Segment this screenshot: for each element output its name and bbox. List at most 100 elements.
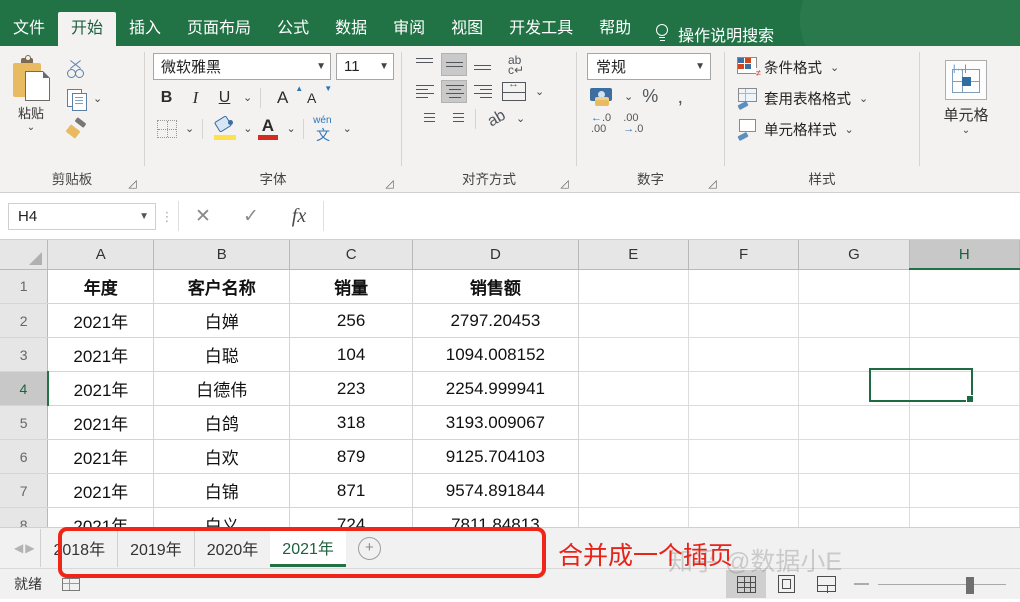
cell-h1[interactable] — [909, 269, 1020, 304]
row-header-5[interactable]: 5 — [0, 405, 49, 440]
cell-e7[interactable] — [578, 473, 689, 508]
column-header-b[interactable]: B — [153, 240, 291, 270]
sheet-tab-2019[interactable]: 2019年 — [117, 529, 194, 567]
decrease-indent-button[interactable] — [412, 107, 438, 130]
align-center-button[interactable] — [441, 80, 467, 103]
font-color-button[interactable]: A — [254, 115, 281, 142]
cell-a1[interactable]: 年度 — [47, 269, 155, 304]
conditional-formatting-button[interactable]: ≠ 条件格式 ⌄ — [737, 53, 839, 81]
comma-style-button[interactable]: , — [667, 85, 693, 108]
cell-e8[interactable] — [578, 507, 689, 527]
font-size-select[interactable]: 11 ▼ — [336, 53, 394, 80]
orientation-button[interactable]: ab — [484, 106, 510, 130]
ribbon-tab-insert[interactable]: 插入 — [116, 12, 174, 46]
cell-c5[interactable]: 318 — [289, 405, 414, 440]
cell-g3[interactable] — [798, 337, 910, 372]
format-as-table-button[interactable]: 套用表格格式 ⌄ — [737, 84, 868, 112]
accounting-format-button[interactable] — [587, 85, 617, 108]
chevron-down-icon[interactable]: ⌄ — [240, 122, 252, 135]
cell-g5[interactable] — [798, 405, 910, 440]
cell-h8[interactable] — [909, 507, 1020, 527]
cut-button[interactable] — [62, 55, 102, 82]
increase-decimal-button[interactable]: ←.0.00 — [591, 113, 611, 135]
cell-a2[interactable]: 2021年 — [47, 303, 155, 338]
chevron-down-icon[interactable]: ⌄ — [532, 85, 544, 98]
sheet-tab-2020[interactable]: 2020年 — [193, 529, 271, 567]
cell-f4[interactable] — [688, 371, 800, 406]
chevron-down-icon[interactable]: ⌄ — [340, 122, 352, 135]
cell-e4[interactable] — [578, 371, 689, 406]
row-header-4[interactable]: 4 — [0, 371, 49, 406]
row-header-1[interactable]: 1 — [0, 269, 49, 304]
cell-f7[interactable] — [688, 473, 800, 508]
chevron-down-icon[interactable]: ⌄ — [27, 123, 35, 133]
column-header-d[interactable]: D — [412, 240, 579, 270]
zoom-out-button[interactable]: — — [854, 576, 869, 591]
ribbon-tab-formulas[interactable]: 公式 — [264, 12, 322, 46]
cell-f6[interactable] — [688, 439, 800, 474]
chevron-down-icon[interactable]: ⌄ — [90, 92, 102, 105]
cell-h4-selected[interactable] — [909, 371, 1020, 406]
cell-b7[interactable]: 白锦 — [153, 473, 291, 508]
cell-d2[interactable]: 2797.20453 — [412, 303, 579, 338]
row-header-7[interactable]: 7 — [0, 473, 49, 508]
sheet-nav-arrows[interactable]: ◀ ▶ — [0, 541, 40, 555]
cell-a8[interactable]: 2021年 — [47, 507, 155, 527]
cancel-icon[interactable]: ✕ — [179, 205, 227, 228]
chevron-down-icon[interactable]: ⌄ — [283, 122, 295, 135]
decrease-decimal-button[interactable]: .00 →.0 — [623, 113, 643, 135]
cell-e5[interactable] — [578, 405, 689, 440]
add-sheet-button[interactable]: + — [357, 536, 381, 560]
cell-c7[interactable]: 871 — [289, 473, 414, 508]
cell-h2[interactable] — [909, 303, 1020, 338]
cell-e1[interactable] — [578, 269, 689, 304]
increase-font-size-button[interactable]: A ▲ — [269, 84, 303, 111]
column-header-f[interactable]: F — [688, 240, 800, 270]
chevron-down-icon[interactable]: ⌄ — [621, 90, 633, 103]
align-top-button[interactable] — [412, 53, 438, 76]
ribbon-tab-file[interactable]: 文件 — [0, 12, 58, 46]
dialog-launcher-icon[interactable]: ◿ — [384, 179, 395, 190]
cell-c3[interactable]: 104 — [289, 337, 414, 372]
cell-d6[interactable]: 9125.704103 — [412, 439, 579, 474]
ribbon-tab-review[interactable]: 审阅 — [380, 12, 438, 46]
cell-h6[interactable] — [909, 439, 1020, 474]
borders-button[interactable] — [153, 115, 180, 142]
select-all-corner[interactable] — [0, 240, 49, 270]
cell-d5[interactable]: 3193.009067 — [412, 405, 579, 440]
ribbon-tab-developer[interactable]: 开发工具 — [496, 12, 586, 46]
ribbon-tab-page-layout[interactable]: 页面布局 — [174, 12, 264, 46]
cell-h7[interactable] — [909, 473, 1020, 508]
zoom-slider[interactable]: — — [846, 576, 1020, 594]
cell-e3[interactable] — [578, 337, 689, 372]
decrease-font-size-button[interactable]: A ▼ — [298, 84, 332, 111]
cell-e2[interactable] — [578, 303, 689, 338]
cell-b5[interactable]: 白鸽 — [153, 405, 291, 440]
zoom-thumb[interactable] — [966, 576, 974, 594]
chevron-down-icon[interactable]: ⌄ — [182, 122, 194, 135]
cell-c8[interactable]: 724 — [289, 507, 414, 527]
confirm-icon[interactable]: ✓ — [227, 205, 275, 228]
cell-h3[interactable] — [909, 337, 1020, 372]
dialog-launcher-icon[interactable]: ◿ — [707, 179, 718, 190]
cell-c2[interactable]: 256 — [289, 303, 414, 338]
align-right-button[interactable] — [470, 80, 496, 103]
align-middle-button[interactable] — [441, 53, 467, 76]
cell-h5[interactable] — [909, 405, 1020, 440]
cell-d1[interactable]: 销售额 — [412, 269, 579, 304]
column-header-h[interactable]: H — [909, 240, 1020, 270]
row-header-6[interactable]: 6 — [0, 439, 49, 474]
merge-cells-button[interactable] — [499, 78, 529, 103]
column-header-a[interactable]: A — [47, 240, 155, 270]
sheet-nav-next-icon[interactable]: ▶ — [25, 541, 34, 555]
italic-button[interactable]: I — [182, 84, 209, 111]
tell-me-search[interactable]: 操作说明搜索 — [654, 22, 774, 46]
chevron-down-icon[interactable]: ▼ — [139, 211, 149, 222]
cell-d7[interactable]: 9574.891844 — [412, 473, 579, 508]
cell-a3[interactable]: 2021年 — [47, 337, 155, 372]
chevron-down-icon[interactable]: ⌄ — [240, 91, 252, 104]
cell-d8[interactable]: 7811.84813 — [412, 507, 579, 527]
cell-b1[interactable]: 客户名称 — [153, 269, 291, 304]
cell-b4[interactable]: 白德伟 — [153, 371, 291, 406]
cell-a5[interactable]: 2021年 — [47, 405, 155, 440]
